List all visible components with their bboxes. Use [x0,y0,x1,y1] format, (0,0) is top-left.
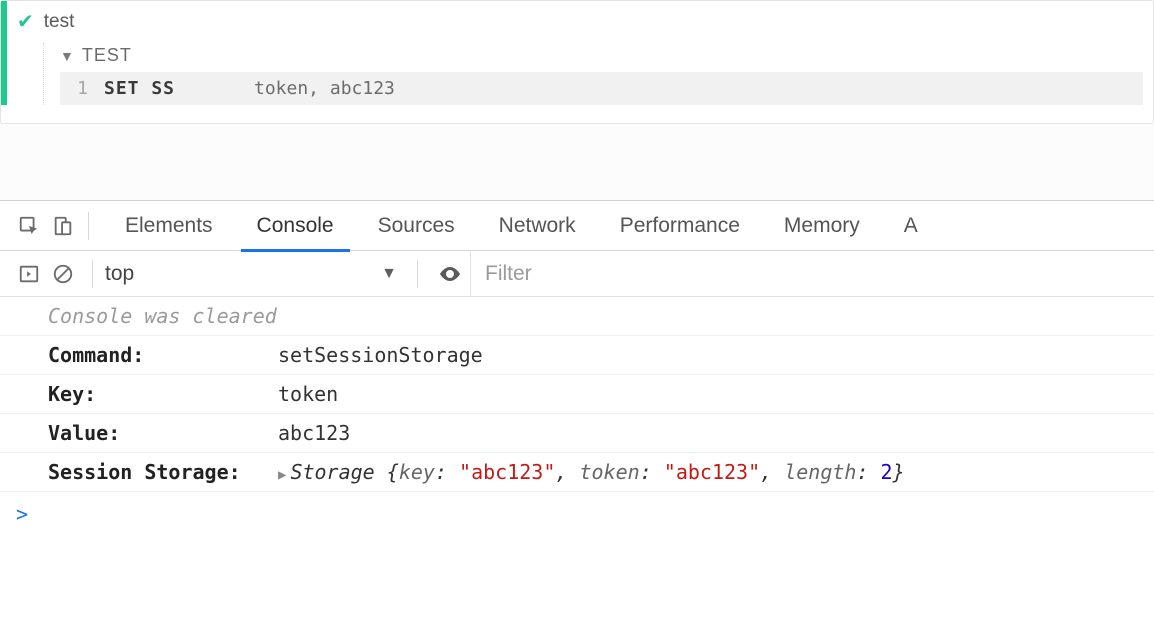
tab-performance[interactable]: Performance [598,201,762,251]
caret-down-icon: ▼ [60,48,74,64]
cleared-text: Console was cleared [48,304,277,328]
command-args: token, abc123 [254,78,395,99]
context-label: top [105,262,134,286]
caret-down-icon: ▼ [381,265,397,283]
clear-console-icon[interactable] [46,257,80,291]
row-label: Value: [48,421,278,445]
row-label: Session Storage: [48,460,278,484]
console-toolbar: top ▼ [0,251,1154,297]
divider [88,212,89,240]
divider [417,260,418,288]
tab-sources[interactable]: Sources [356,201,477,251]
console-row-session-storage: Session Storage: ▶Storage {key: "abc123"… [0,453,1154,492]
row-value: setSessionStorage [278,343,483,367]
row-value: abc123 [278,421,350,445]
prompt-caret: > [16,502,28,526]
row-label: Command: [48,343,278,367]
sidebar-toggle-icon[interactable] [12,257,46,291]
tab-elements[interactable]: Elements [103,201,235,251]
devtools: Elements Console Sources Network Perform… [0,200,1154,526]
storage-object[interactable]: ▶Storage {key: "abc123", token: "abc123"… [278,460,905,484]
test-title: test [44,11,75,33]
console-cleared-message: Console was cleared [0,297,1154,336]
test-title-row[interactable]: ✔ test [17,9,1143,43]
inspect-icon[interactable] [12,209,46,243]
tab-overflow[interactable]: A [882,201,918,251]
devtools-tabbar: Elements Console Sources Network Perform… [0,201,1154,251]
console-row-value: Value: abc123 [0,414,1154,453]
console-output: Console was cleared Command: setSessionS… [0,297,1154,492]
expand-icon[interactable]: ▶ [278,467,286,483]
divider [92,260,93,288]
context-select[interactable]: top ▼ [105,262,405,286]
row-value: token [278,382,338,406]
test-block-label: TEST [82,45,132,66]
row-label: Key: [48,382,278,406]
test-block-header[interactable]: ▼ TEST [60,43,1143,72]
tab-console[interactable]: Console [235,201,356,251]
command-row[interactable]: 1 SET SS token, abc123 [60,72,1143,105]
device-toggle-icon[interactable] [46,209,80,243]
check-icon: ✔ [17,12,34,32]
tab-network[interactable]: Network [477,201,598,251]
console-prompt[interactable]: > [0,492,1154,526]
console-row-command: Command: setSessionStorage [0,336,1154,375]
command-name: SET SS [104,78,254,99]
spacer [0,124,1154,200]
tab-memory[interactable]: Memory [762,201,882,251]
filter-input[interactable] [470,251,1154,296]
command-lineno: 1 [64,78,104,99]
object-type: Storage [290,460,374,484]
test-runner-panel: ✔ test ▼ TEST 1 SET SS token, abc123 [0,0,1154,124]
live-expression-icon[interactable] [430,262,470,286]
console-row-key: Key: token [0,375,1154,414]
